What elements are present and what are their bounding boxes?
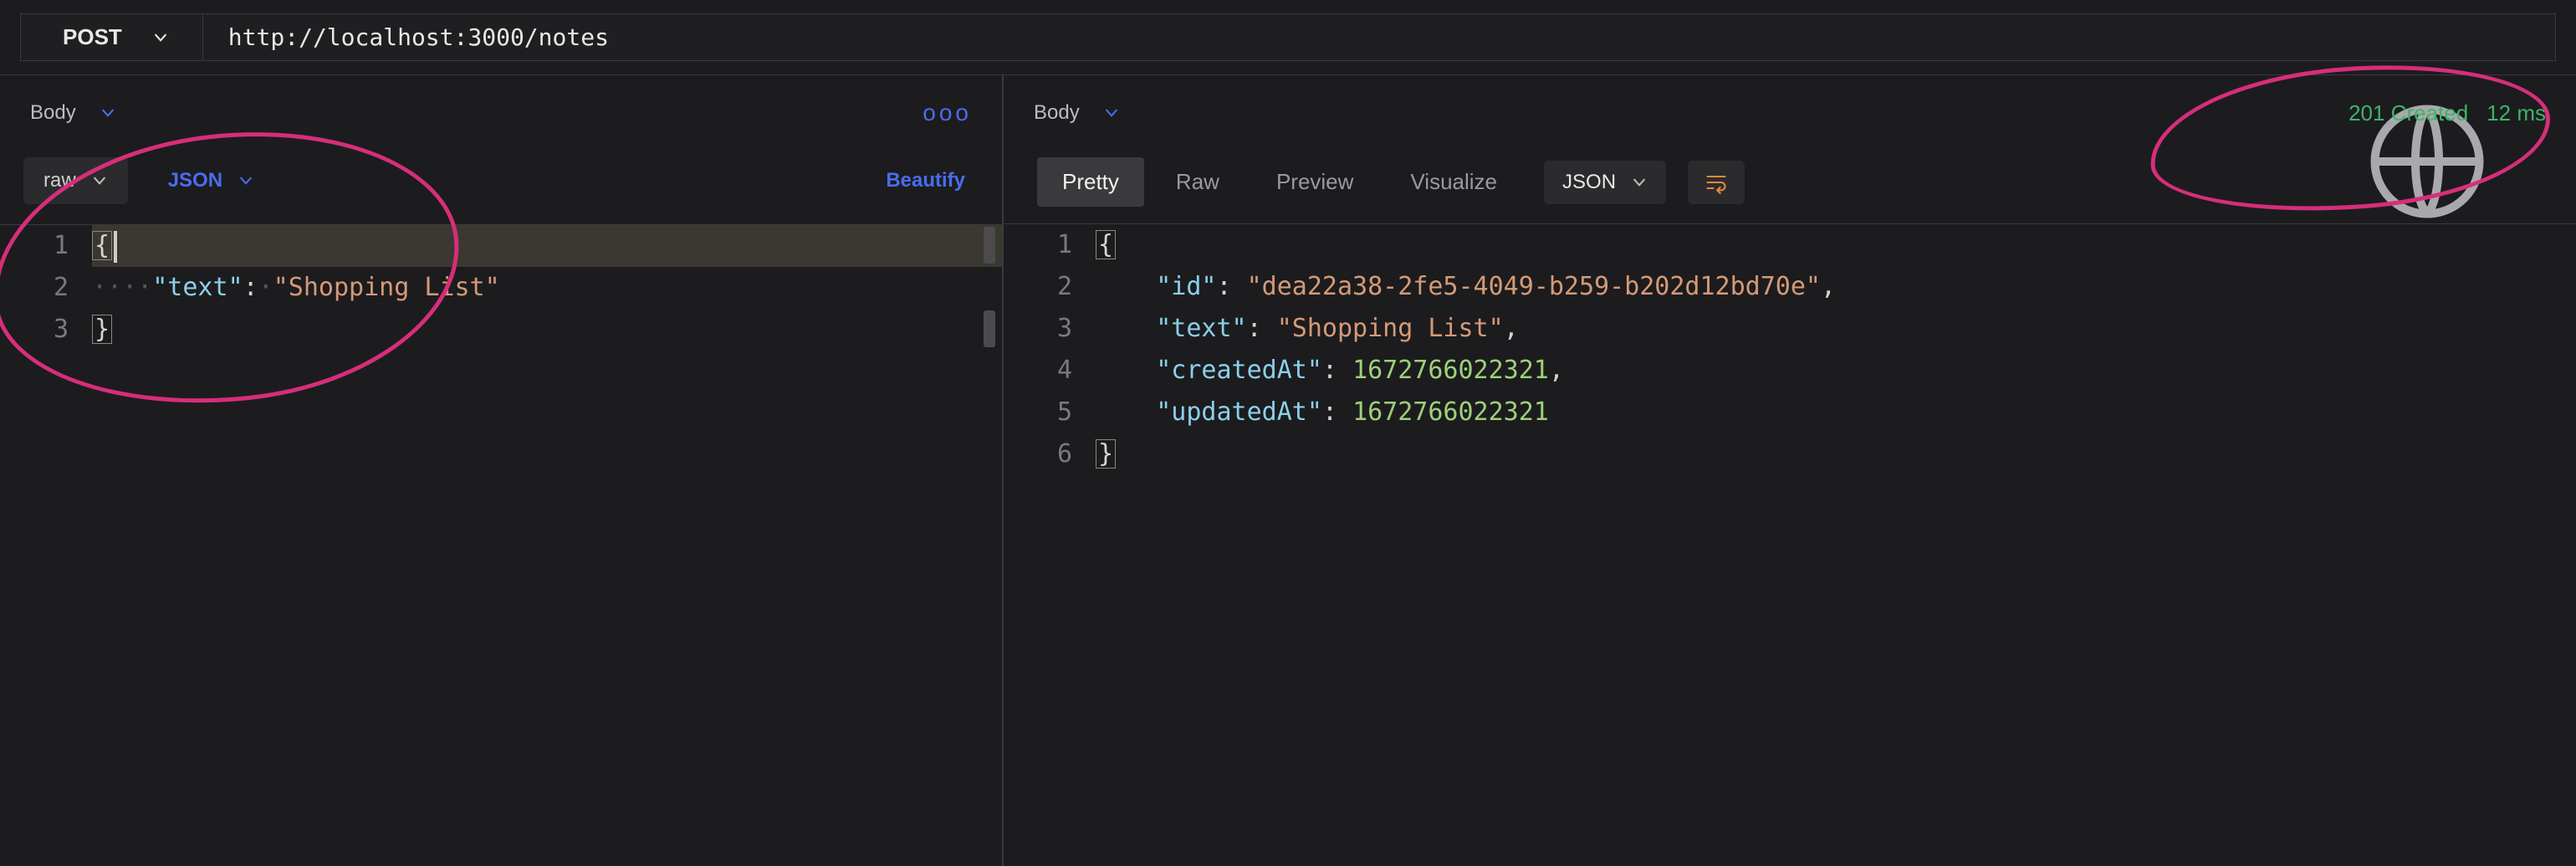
tab-pretty[interactable]: Pretty [1037, 157, 1144, 207]
request-url-text: http://localhost:3000/notes [228, 23, 609, 51]
request-url-input[interactable]: http://localhost:3000/notes [203, 13, 2556, 61]
wrap-lines-button[interactable] [1688, 161, 1745, 204]
line-number: 3 [1004, 308, 1096, 350]
whitespace-indicator: · [258, 273, 273, 302]
line-number: 2 [0, 267, 92, 309]
response-format-label: JSON [1562, 171, 1616, 194]
body-subtype-label: raw [43, 169, 76, 192]
response-status: 201 Created [2349, 100, 2468, 126]
colon: : [1247, 314, 1262, 343]
comma: , [1504, 314, 1519, 343]
request-panel: Body ooo raw JSON Beautify 1 { 2 [0, 75, 1004, 866]
tab-preview[interactable]: Preview [1251, 157, 1378, 207]
chevron-down-icon [91, 172, 108, 189]
chevron-down-icon [238, 172, 254, 189]
line-number: 3 [0, 309, 92, 351]
response-panel: Body 201 Created 12 ms Pretty Raw Previe… [1004, 75, 2576, 866]
json-string: "Shopping List" [273, 273, 500, 302]
tab-visualize[interactable]: Visualize [1385, 157, 1522, 207]
http-method-select[interactable]: POST [20, 13, 203, 61]
line-number: 2 [1004, 266, 1096, 308]
comma: , [1549, 356, 1564, 385]
json-key: "id" [1156, 272, 1216, 301]
body-language-select[interactable]: JSON [148, 157, 274, 204]
request-bar: POST http://localhost:3000/notes [0, 0, 2576, 75]
response-body-viewer[interactable]: 1 { 2 "id": "dea22a38-2fe5-4049-b259-b20… [1004, 223, 2576, 475]
request-body-label: Body [30, 101, 76, 125]
line-number: 1 [0, 225, 92, 267]
response-format-select[interactable]: JSON [1544, 161, 1666, 204]
globe-icon[interactable] [2302, 99, 2330, 127]
http-method-label: POST [63, 24, 122, 50]
scrollbar-thumb[interactable] [984, 310, 995, 347]
chevron-down-icon [1103, 105, 1120, 121]
body-subtype-select[interactable]: raw [23, 157, 128, 204]
json-number: 1672766022321 [1352, 397, 1549, 427]
more-options-button[interactable]: ooo [923, 100, 972, 126]
line-number: 4 [1004, 350, 1096, 392]
text-caret [114, 231, 117, 263]
json-number: 1672766022321 [1352, 356, 1549, 385]
line-number: 1 [1004, 224, 1096, 266]
request-body-tab[interactable]: Body [30, 101, 116, 125]
brace: } [92, 315, 112, 344]
json-string: "dea22a38-2fe5-4049-b259-b202d12bd70e" [1247, 272, 1821, 301]
body-language-label: JSON [168, 169, 222, 192]
tab-raw[interactable]: Raw [1151, 157, 1245, 207]
line-number: 5 [1004, 392, 1096, 433]
request-body-editor[interactable]: 1 { 2 ····"text":·"Shopping List" 3 } [0, 224, 1002, 351]
json-key: "createdAt" [1156, 356, 1322, 385]
beautify-button[interactable]: Beautify [886, 169, 965, 192]
scrollbar-thumb[interactable] [984, 227, 995, 264]
chevron-down-icon [100, 105, 116, 121]
line-number: 6 [1004, 433, 1096, 475]
colon: : [243, 273, 258, 302]
brace: { [1096, 230, 1116, 259]
whitespace-indicator: ···· [92, 273, 152, 302]
json-string: "Shopping List" [1277, 314, 1504, 343]
comma: , [1821, 272, 1836, 301]
brace: } [1096, 439, 1116, 469]
json-key: "updatedAt" [1156, 397, 1322, 427]
brace: { [92, 231, 112, 260]
response-time: 12 ms [2487, 100, 2546, 126]
colon: : [1322, 397, 1337, 427]
colon: : [1322, 356, 1337, 385]
chevron-down-icon [1631, 174, 1648, 191]
chevron-down-icon [152, 29, 169, 46]
response-body-label: Body [1034, 101, 1080, 125]
json-key: "text" [1156, 314, 1246, 343]
response-body-tab[interactable]: Body [1034, 101, 1120, 125]
colon: : [1217, 272, 1232, 301]
json-key: "text" [152, 273, 243, 302]
